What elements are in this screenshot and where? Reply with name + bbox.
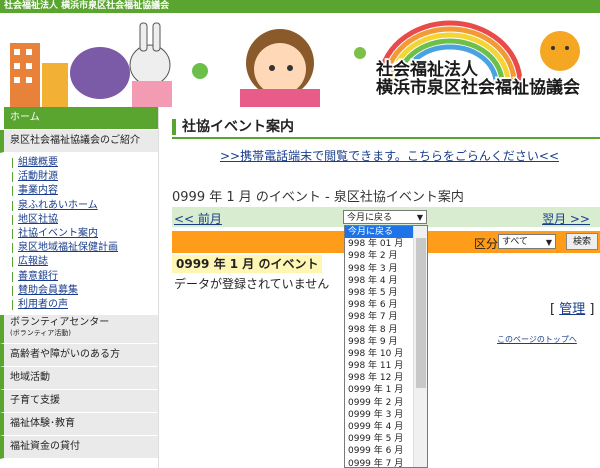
sidebar-item-home[interactable]: ホーム	[0, 107, 158, 130]
month-select-value: 今月に戻る	[347, 213, 393, 223]
month-select[interactable]: 今月に戻る ▼	[343, 210, 427, 224]
page-title: 社協イベント案内	[172, 117, 600, 139]
dropdown-scrollbar[interactable]	[413, 226, 427, 467]
search-button[interactable]: 検索	[566, 233, 598, 250]
back-to-top-link[interactable]: このページのトップへ	[497, 334, 577, 345]
banner-line2: 横浜市泉区社会福祉協議会	[376, 78, 580, 98]
sidebar-item-childcare[interactable]: 子育て支援	[0, 390, 158, 414]
sidebar-subitem[interactable]: 活動財源	[10, 170, 158, 184]
volunteer-sublabel: (ボランティア活動)	[10, 329, 72, 338]
mobile-link[interactable]: >>携帯電話端末で閲覧できます。こちらをごらんください<<	[220, 147, 559, 164]
admin-link-text[interactable]: 管理	[559, 302, 585, 317]
sidebar-subitem[interactable]: 地区社協	[10, 213, 158, 227]
chevron-down-icon: ▼	[416, 213, 423, 222]
page-title-text: 社協イベント案内	[182, 119, 294, 135]
sidebar-subitem[interactable]: 善意銀行	[10, 270, 158, 284]
category-select[interactable]: すべて ▼	[498, 234, 556, 249]
chevron-down-icon: ▼	[545, 238, 552, 247]
month-dropdown-list[interactable]: 今月に戻る 998 年 01 月 998 年 2 月 998 年 3 月 998 年 4…	[344, 225, 428, 468]
top-bar-text: 社会福祉法人 横浜市泉区社会福祉協議会	[4, 1, 170, 11]
sidebar-subitem[interactable]: 組織概要	[10, 156, 158, 170]
sidebar: ホーム 泉区社会福祉協議会のご紹介 組織概要 活動財源 事業内容 泉ふれあいホー…	[0, 107, 159, 468]
month-title: 0999 年 1 月 のイベント - 泉区社協イベント案内	[172, 190, 464, 205]
next-month-link[interactable]: 翌月 >>	[542, 210, 590, 227]
title-accent	[172, 119, 176, 135]
banner-line1: 社会福祉法人	[376, 60, 478, 80]
sidebar-item-volunteer[interactable]: ボランティアセンター (ボランティア活動)	[0, 315, 158, 345]
organization-name: 社会福祉法人 横浜市泉区社会福祉協議会	[376, 61, 580, 97]
sidebar-item-loan[interactable]: 福祉資金の貸付	[0, 436, 158, 460]
prev-month-link[interactable]: << 前月	[174, 210, 222, 227]
month-heading: 0999 年 1 月 のイベント	[172, 255, 323, 273]
sidebar-item-experience[interactable]: 福祉体験･教育	[0, 413, 158, 437]
sidebar-item-intro[interactable]: 泉区社会福祉協議会のご紹介	[0, 130, 158, 153]
sidebar-subitem[interactable]: 泉区地域福祉保健計画	[10, 241, 158, 255]
sidebar-subitem[interactable]: 社協イベント案内	[10, 227, 158, 241]
top-bar: 社会福祉法人 横浜市泉区社会福祉協議会	[0, 0, 600, 13]
sidebar-subitem[interactable]: 泉ふれあいホーム	[10, 199, 158, 213]
sidebar-subitem[interactable]: 事業内容	[10, 184, 158, 198]
sidebar-subitem[interactable]: 利用者の声	[10, 298, 158, 312]
scrollbar-thumb[interactable]	[416, 238, 426, 388]
admin-link[interactable]: [ 管理 ]	[550, 298, 594, 317]
sidebar-item-community[interactable]: 地域活動	[0, 367, 158, 391]
no-data-message: データが登録されていません	[174, 277, 330, 291]
category-select-value: すべて	[502, 237, 529, 247]
sidebar-subitem[interactable]: 賛助会員募集	[10, 284, 158, 298]
sidebar-subitem[interactable]: 広報誌	[10, 255, 158, 269]
header-banner: 社会福祉法人 横浜市泉区社会福祉協議会	[0, 13, 600, 107]
volunteer-label: ボランティアセンター	[10, 317, 110, 329]
sidebar-item-elderly[interactable]: 高齢者や障がいのある方	[0, 344, 158, 368]
sidebar-submenu: 組織概要 活動財源 事業内容 泉ふれあいホーム 地区社協 社協イベント案内 泉区…	[0, 153, 158, 316]
